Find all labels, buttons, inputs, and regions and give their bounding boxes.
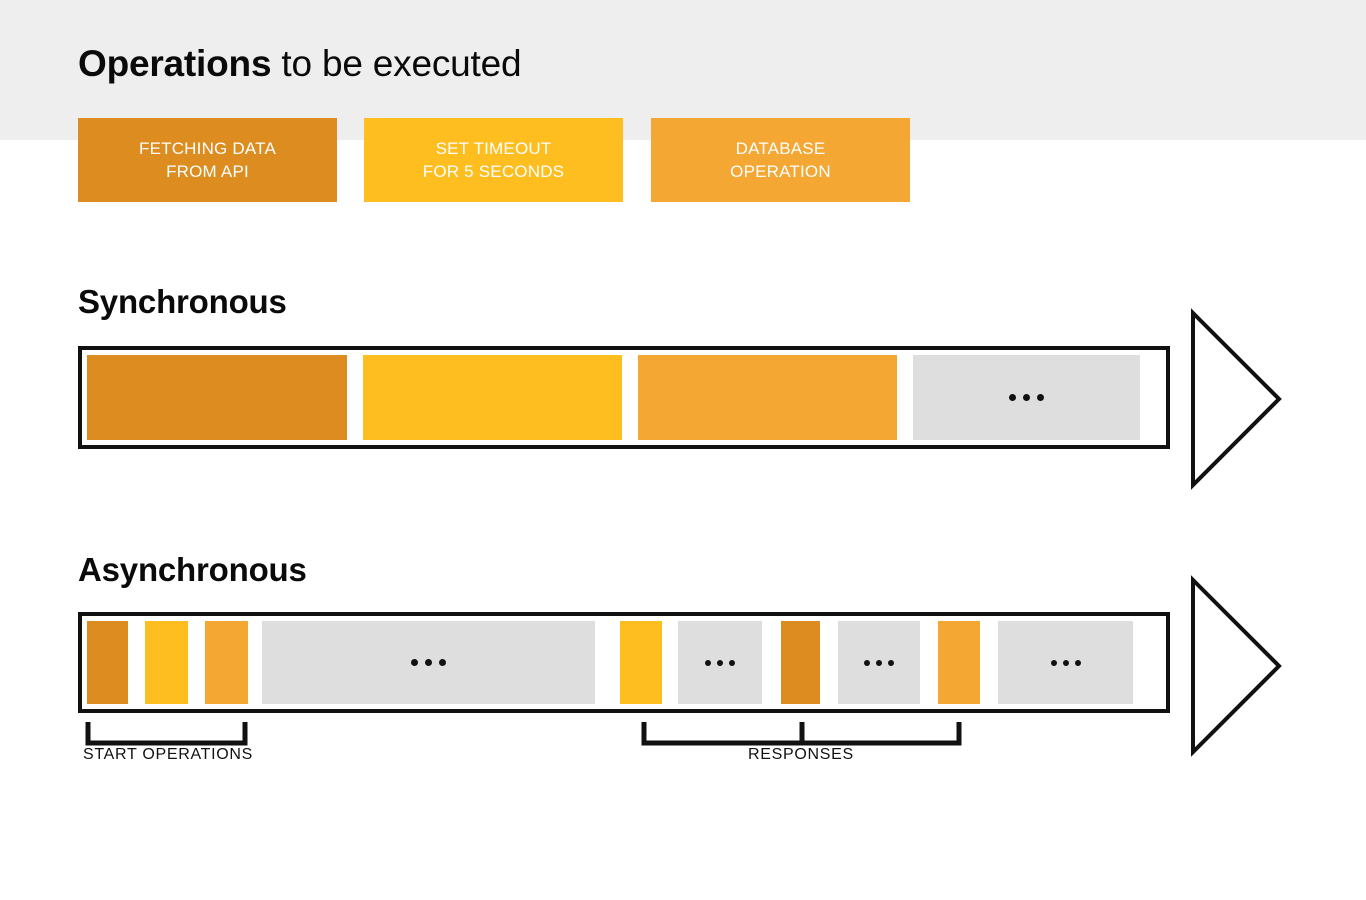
async-block-other-work-3[interactable] bbox=[838, 621, 920, 704]
async-block-response-set-timeout[interactable] bbox=[620, 621, 662, 704]
sync-block-idle[interactable] bbox=[913, 355, 1140, 440]
ellipsis-icon bbox=[705, 659, 735, 666]
ellipsis-icon bbox=[411, 659, 446, 666]
section-label-asynchronous: Asynchronous bbox=[78, 551, 307, 588]
async-block-other-work-1[interactable] bbox=[262, 621, 595, 704]
sync-block-fetching-data[interactable] bbox=[87, 355, 347, 440]
operation-chip-line2: FOR 5 SECONDS bbox=[422, 162, 565, 181]
bracket-start-operations bbox=[85, 722, 248, 746]
asynchronous-flow-arrow bbox=[1188, 575, 1284, 762]
ellipsis-icon bbox=[1009, 394, 1044, 401]
operation-chip-text: SET TIMEOUT FOR 5 SECONDS bbox=[423, 137, 564, 183]
operation-chip-database-operation[interactable]: DATABASE OPERATION bbox=[651, 118, 910, 202]
operation-chip-line2: FROM API bbox=[166, 162, 249, 181]
operation-chip-line2: OPERATION bbox=[730, 162, 831, 181]
diagram-canvas: Operations to be executed FETCHING DATA … bbox=[0, 0, 1366, 900]
page-title-strong: Operations bbox=[78, 43, 272, 84]
operation-chip-line1: FETCHING DATA bbox=[138, 139, 277, 158]
operation-chip-text: DATABASE OPERATION bbox=[730, 137, 831, 183]
operation-chip-fetching-data[interactable]: FETCHING DATA FROM API bbox=[78, 118, 337, 202]
asynchronous-timeline-track bbox=[78, 612, 1170, 713]
async-block-other-work-2[interactable] bbox=[678, 621, 762, 704]
bracket-responses bbox=[641, 722, 962, 746]
bracket-label-start-operations: START OPERATIONS bbox=[83, 746, 254, 763]
section-label-synchronous: Synchronous bbox=[78, 283, 287, 320]
async-block-start-fetching-data[interactable] bbox=[87, 621, 128, 704]
bracket-label-responses: RESPONSES bbox=[748, 746, 854, 763]
async-block-response-database-operation[interactable] bbox=[938, 621, 980, 704]
ellipsis-icon bbox=[864, 659, 894, 666]
sync-block-set-timeout[interactable] bbox=[363, 355, 622, 440]
operation-chip-text: FETCHING DATA FROM API bbox=[139, 137, 276, 183]
synchronous-timeline-track bbox=[78, 346, 1170, 449]
ellipsis-icon bbox=[1050, 659, 1081, 666]
async-block-response-fetching-data[interactable] bbox=[781, 621, 820, 704]
async-block-other-work-4[interactable] bbox=[998, 621, 1133, 704]
operation-chip-line1: SET TIMEOUT bbox=[435, 139, 552, 158]
page-title: Operations to be executed bbox=[78, 42, 522, 86]
operation-chip-line1: DATABASE bbox=[735, 139, 826, 158]
synchronous-flow-arrow bbox=[1188, 308, 1284, 495]
sync-block-database-operation[interactable] bbox=[638, 355, 897, 440]
async-block-start-database-operation[interactable] bbox=[205, 621, 248, 704]
page-title-rest: to be executed bbox=[271, 43, 522, 84]
operation-chip-set-timeout[interactable]: SET TIMEOUT FOR 5 SECONDS bbox=[364, 118, 623, 202]
async-block-start-set-timeout[interactable] bbox=[145, 621, 188, 704]
